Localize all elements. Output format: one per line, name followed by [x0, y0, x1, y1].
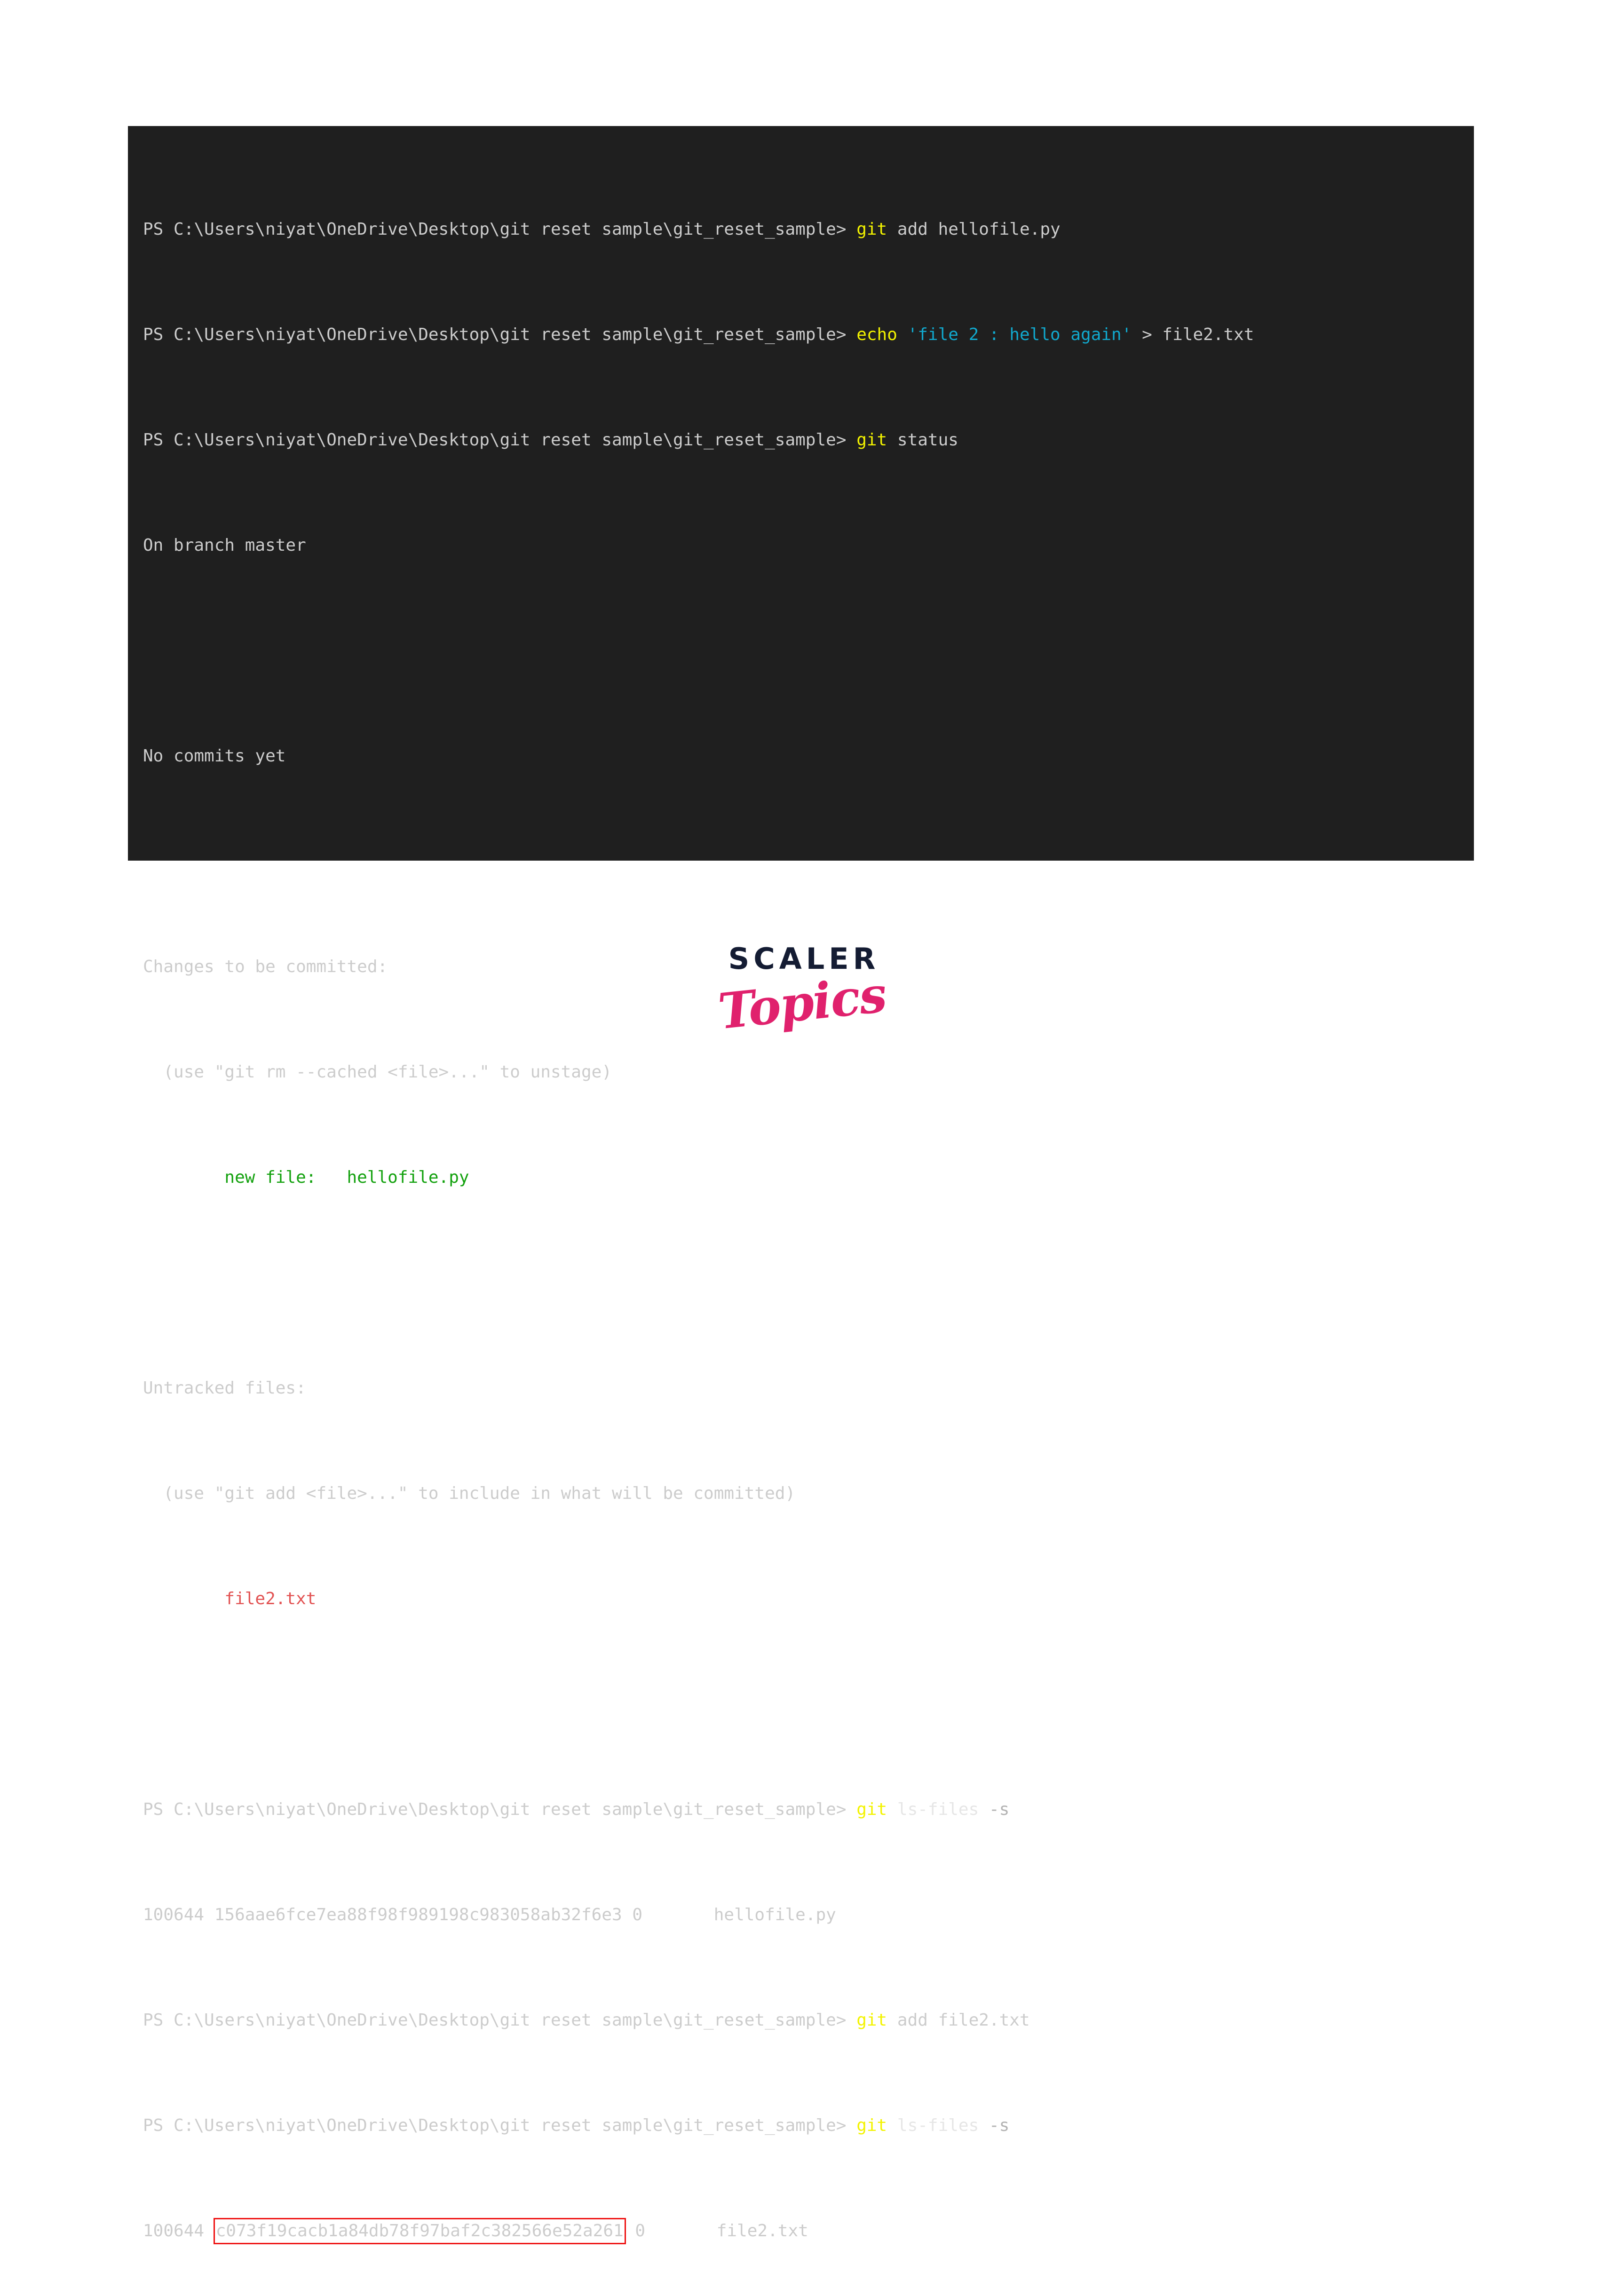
- command-flag: -s: [979, 2116, 1010, 2135]
- terminal-line-staged-file: new file: hellofile.py: [143, 1168, 469, 1187]
- logo-wordmark-topics: Topics: [715, 965, 888, 1041]
- command-args: > file2.txt: [1132, 325, 1254, 344]
- file-name: 0 file2.txt: [625, 2221, 808, 2241]
- command-keyword: git: [856, 2116, 887, 2135]
- terminal-line-command: PS C:\Users\niyat\OneDrive\Desktop\git r…: [143, 216, 1474, 243]
- terminal-line-output: On branch master: [143, 536, 306, 555]
- terminal-line-output: Untracked files:: [143, 1378, 306, 1398]
- file-name: 0 hellofile.py: [622, 1905, 836, 1924]
- prompt-text: PS C:\Users\niyat\OneDrive\Desktop\git r…: [143, 220, 847, 239]
- terminal-line-output: (use "git add <file>..." to include in w…: [143, 1484, 796, 1503]
- logo-wordmark-topics-wrap: Topics: [703, 966, 901, 1041]
- prompt-text: PS C:\Users\niyat\OneDrive\Desktop\git r…: [143, 1800, 847, 1819]
- file-mode: 100644: [143, 1905, 214, 1924]
- terminal-line-lsfiles-entry: 100644 c073f19cacb1a84db78f97baf2c382566…: [143, 2218, 1474, 2244]
- terminal-line-command: PS C:\Users\niyat\OneDrive\Desktop\git r…: [143, 2113, 1474, 2139]
- terminal-line-output: (use "git rm --cached <file>..." to unst…: [143, 1062, 612, 1082]
- terminal-line-command: PS C:\Users\niyat\OneDrive\Desktop\git r…: [143, 1797, 1474, 1823]
- prompt-text: PS C:\Users\niyat\OneDrive\Desktop\git r…: [143, 325, 847, 344]
- prompt-text: PS C:\Users\niyat\OneDrive\Desktop\git r…: [143, 2011, 847, 2030]
- terminal-line-command: PS C:\Users\niyat\OneDrive\Desktop\git r…: [143, 427, 1474, 453]
- object-hash-highlight-red: c073f19cacb1a84db78f97baf2c382566e52a261: [213, 2218, 626, 2244]
- terminal-line-output: No commits yet: [143, 746, 286, 766]
- command-keyword: git: [856, 2011, 887, 2030]
- powershell-terminal-window[interactable]: PS C:\Users\niyat\OneDrive\Desktop\git r…: [128, 126, 1474, 2244]
- terminal-line-untracked-file: file2.txt: [143, 1589, 317, 1608]
- command-args: ls-files: [887, 1800, 979, 1819]
- terminal-line-lsfiles-entry: 100644 156aae6fce7ea88f98f989198c983058a…: [143, 1902, 1474, 1928]
- scaler-topics-logo: SCALER Topics: [703, 943, 901, 1041]
- terminal-line-command: PS C:\Users\niyat\OneDrive\Desktop\git r…: [143, 322, 1474, 348]
- command-args: status: [887, 430, 958, 450]
- command-flag: -s: [979, 1800, 1010, 1819]
- command-keyword: git: [856, 1800, 887, 1819]
- command-keyword: echo: [856, 325, 897, 344]
- object-hash: 156aae6fce7ea88f98f989198c983058ab32f6e3: [214, 1905, 622, 1924]
- string-literal: 'file 2 : hello again': [907, 325, 1132, 344]
- command-args: add file2.txt: [887, 2011, 1030, 2030]
- terminal-line-command: PS C:\Users\niyat\OneDrive\Desktop\git r…: [143, 2007, 1474, 2034]
- command-args: ls-files: [887, 2116, 979, 2135]
- file-mode: 100644: [143, 2221, 214, 2241]
- prompt-text: PS C:\Users\niyat\OneDrive\Desktop\git r…: [143, 2116, 847, 2135]
- command-args: add hellofile.py: [887, 220, 1061, 239]
- prompt-text: PS C:\Users\niyat\OneDrive\Desktop\git r…: [143, 430, 847, 450]
- command-keyword: git: [856, 220, 887, 239]
- terminal-output: PS C:\Users\niyat\OneDrive\Desktop\git r…: [143, 137, 1474, 2296]
- command-keyword: git: [856, 430, 887, 450]
